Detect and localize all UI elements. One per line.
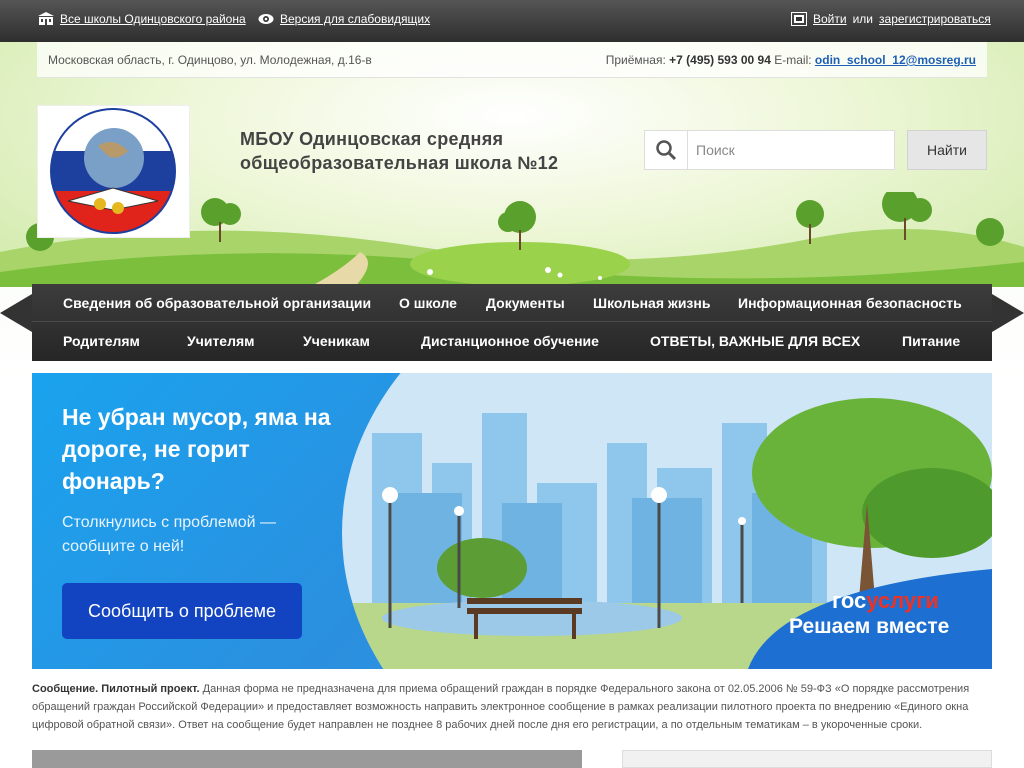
or-text: или [852,12,874,26]
search-input[interactable] [687,130,895,170]
reception-label: Приёмная: [605,53,666,67]
nav-item-food[interactable]: Питание [902,333,960,349]
school-icon [38,12,54,25]
nav-item-parents[interactable]: Родителям [63,333,140,349]
phone-number: +7 (495) 593 00 94 [669,53,771,67]
school-logo[interactable] [37,105,190,238]
school-address: Московская область, г. Одинцово, ул. Мол… [48,53,372,67]
content-block-right [622,750,992,768]
nav-item-documents[interactable]: Документы [486,295,565,311]
banner-subtitle: Столкнулись с проблемой — сообщите о ней… [62,514,276,555]
pilot-notice: Сообщение. Пилотный проект. Данная форма… [32,680,992,734]
gosuslugi-banner[interactable]: Не убран мусор, яма на дороге, не горит … [32,373,992,669]
contacts: Приёмная: +7 (495) 593 00 94 E-mail: odi… [606,53,976,67]
all-schools-text[interactable]: Все школы Одинцовского района [60,12,246,26]
nav-ribbon-left [0,294,32,332]
auth-links: Войти или зарегистрироваться [791,12,991,26]
school-name: МБОУ Одинцовская средняя общеобразовател… [240,129,559,173]
top-bar: Все школы Одинцовского района Версия для… [0,0,1024,42]
address-bar: Московская область, г. Одинцово, ул. Мол… [37,42,987,78]
low-vision-link[interactable]: Версия для слабовидящих [258,12,430,26]
nav-item-school-life[interactable]: Школьная жизнь [593,295,710,311]
nav-item-about[interactable]: О школе [399,295,457,311]
banner-slogan: Решаем вместе [789,615,950,638]
site-header: Московская область, г. Одинцово, ул. Мол… [0,42,1024,287]
banner-title: Не убран мусор, яма на дороге, не горит … [62,404,331,494]
email-label: E-mail: [774,53,812,67]
nav-item-students[interactable]: Ученикам [303,333,370,349]
uslugi-text: услуги [866,588,939,613]
gosuslugi-logo: госуслуги [832,588,939,614]
nav-row-2: Родителям Учителям Ученикам Дистанционно… [32,322,992,361]
login-icon [791,12,807,26]
report-problem-button[interactable]: Сообщить о проблеме [62,583,302,639]
logo-emblem [50,108,176,234]
eye-icon [258,14,274,24]
register-link[interactable]: зарегистрироваться [879,12,991,26]
login-link[interactable]: Войти [813,12,847,26]
nav-ribbon-right [992,294,1024,332]
low-vision-text[interactable]: Версия для слабовидящих [280,12,430,26]
search-form: Найти [644,130,987,170]
notice-title: Сообщение. Пилотный проект. [32,683,200,695]
all-schools-link[interactable]: Все школы Одинцовского района [38,12,246,26]
gos-text: гос [832,588,867,613]
email-link[interactable]: odin_school_12@mosreg.ru [815,53,976,67]
main-nav: Сведения об образовательной организации … [32,284,992,361]
nav-item-teachers[interactable]: Учителям [187,333,255,349]
nav-item-info[interactable]: Сведения об образовательной организации [63,295,371,311]
search-icon[interactable] [644,130,687,170]
nav-item-distance[interactable]: Дистанционное обучение [421,333,599,349]
content-block-left [32,750,582,768]
nav-row-1: Сведения об образовательной организации … [32,284,992,322]
search-button[interactable]: Найти [907,130,987,170]
nav-item-infosec[interactable]: Информационная безопасность [738,295,962,311]
nav-item-answers[interactable]: ОТВЕТЫ, ВАЖНЫЕ ДЛЯ ВСЕХ [650,333,860,349]
